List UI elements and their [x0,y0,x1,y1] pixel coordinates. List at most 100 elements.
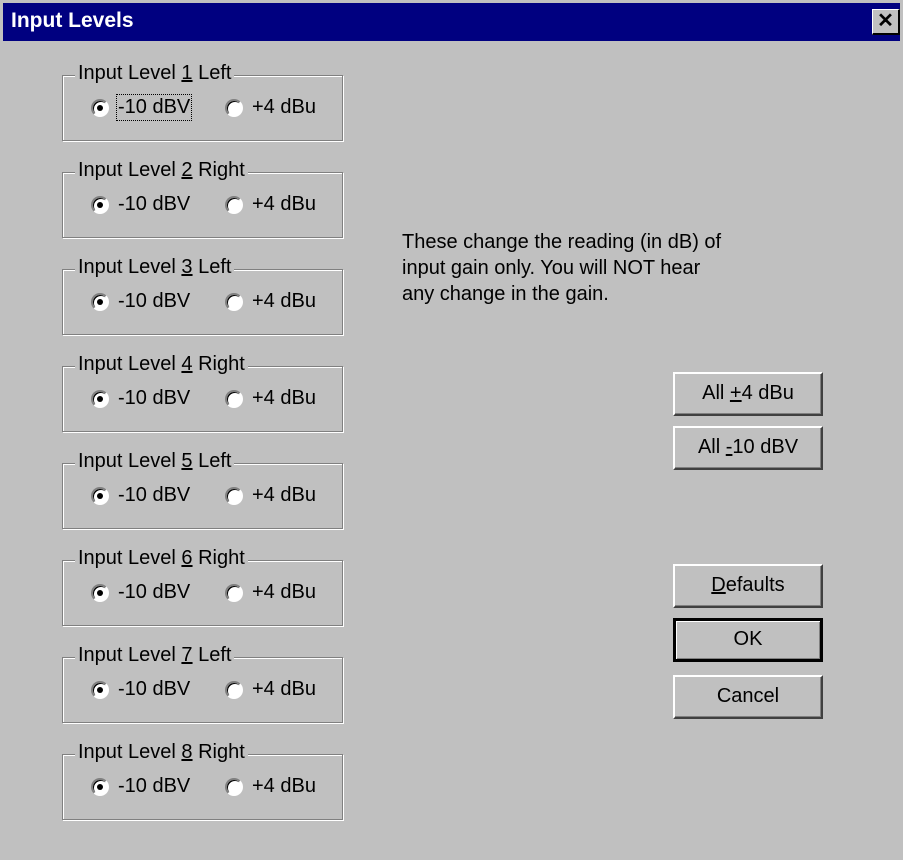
group-label-accelerator: 8 [181,741,193,763]
option-plus4-dbu[interactable]: +4 dBu [225,581,316,604]
option-minus10-dbv[interactable]: -10 dBV [91,484,190,507]
input-level-group-4: Input Level 4 Right -10 dBV +4 dBu [62,353,343,432]
option-plus4-dbu[interactable]: +4 dBu [225,484,316,507]
group-label: Input Level 4 Right [75,353,248,376]
group-label-accelerator: 1 [181,62,193,84]
group-label: Input Level 8 Right [75,741,248,764]
cancel-button[interactable]: Cancel [673,675,823,719]
radio-button[interactable] [225,389,243,408]
button-label: 4 dBu [741,382,794,404]
group-label-accelerator: 6 [181,547,193,569]
group-label-text: Left [192,644,232,666]
button-label: All [697,436,726,458]
input-level-group-5: Input Level 5 Left -10 dBV +4 dBu [62,450,343,529]
option-minus10-dbv[interactable]: -10 dBV [91,94,193,121]
group-label: Input Level 1 Left [75,62,235,85]
group-label-text: Input Level [78,62,182,84]
group-label-text: Input Level [78,256,182,278]
info-note-line: These change the reading (in dB) of [402,231,722,253]
option-label: -10 dBV [115,94,193,121]
radio-button[interactable] [91,195,109,214]
all-plus4-dbu-button[interactable]: All +4 dBu [673,372,823,416]
option-minus10-dbv[interactable]: -10 dBV [91,775,190,798]
option-label: +4 dBu [252,581,316,603]
info-note: These change the reading (in dB) of inpu… [402,229,782,307]
button-label: Cancel [716,685,780,707]
group-label: Input Level 3 Left [75,256,235,279]
dialog-title: Input Levels [11,9,134,32]
group-label-text: Input Level [78,741,182,763]
group-label-accelerator: 4 [181,353,193,375]
group-label-accelerator: 5 [181,450,193,472]
radio-button[interactable] [91,486,109,505]
option-label: -10 dBV [118,581,191,603]
group-label-accelerator: 7 [181,644,193,666]
button-accelerator: + [729,382,742,404]
defaults-button[interactable]: Defaults [673,564,823,608]
radio-button[interactable] [91,777,109,796]
close-icon: ✕ [877,10,894,32]
group-label-text: Input Level [78,353,182,375]
group-label-text: Right [192,353,245,375]
info-note-line: input gain only. You will NOT hear [402,257,701,279]
group-label: Input Level 2 Right [75,159,248,182]
option-label: +4 dBu [252,290,316,312]
radio-button[interactable] [225,777,243,796]
group-label-accelerator: 2 [181,159,193,181]
close-button[interactable]: ✕ [872,9,900,35]
group-label-text: Input Level [78,159,182,181]
option-minus10-dbv[interactable]: -10 dBV [91,678,190,701]
radio-button[interactable] [225,292,243,311]
radio-button[interactable] [225,486,243,505]
option-label: -10 dBV [118,678,191,700]
radio-button[interactable] [91,292,109,311]
option-plus4-dbu[interactable]: +4 dBu [225,775,316,798]
input-level-group-8: Input Level 8 Right -10 dBV +4 dBu [62,741,343,820]
radio-button[interactable] [225,680,243,699]
option-minus10-dbv[interactable]: -10 dBV [91,193,190,216]
option-plus4-dbu[interactable]: +4 dBu [225,678,316,701]
group-label: Input Level 5 Left [75,450,235,473]
option-minus10-dbv[interactable]: -10 dBV [91,387,190,410]
group-label-text: Right [192,741,245,763]
all-minus10-dbv-button[interactable]: All -10 dBV [673,426,823,470]
option-label: +4 dBu [252,96,316,118]
button-label: OK [733,628,763,650]
option-plus4-dbu[interactable]: +4 dBu [225,387,316,410]
title-bar: Input Levels ✕ [3,3,900,41]
ok-button[interactable]: OK [673,618,823,662]
input-level-group-6: Input Level 6 Right -10 dBV +4 dBu [62,547,343,626]
option-minus10-dbv[interactable]: -10 dBV [91,581,190,604]
option-plus4-dbu[interactable]: +4 dBu [225,96,316,119]
group-label-text: Input Level [78,547,182,569]
option-label: +4 dBu [252,387,316,409]
input-level-group-2: Input Level 2 Right -10 dBV +4 dBu [62,159,343,238]
option-label: +4 dBu [252,484,316,506]
option-label: +4 dBu [252,775,316,797]
group-label-text: Left [192,62,232,84]
option-label: -10 dBV [118,387,191,409]
input-levels-dialog: Input Levels ✕ Input Level 1 Left -10 dBV… [0,0,903,860]
radio-button[interactable] [225,583,243,602]
group-label-text: Right [192,159,245,181]
radio-button[interactable] [91,98,109,117]
option-plus4-dbu[interactable]: +4 dBu [225,290,316,313]
radio-button[interactable] [91,389,109,408]
radio-button[interactable] [91,680,109,699]
button-label: 10 dBV [732,436,799,458]
option-plus4-dbu[interactable]: +4 dBu [225,193,316,216]
group-label: Input Level 7 Left [75,644,235,667]
group-label-text: Right [192,547,245,569]
radio-button[interactable] [225,98,243,117]
info-note-line: any change in the gain. [402,283,609,305]
option-label: +4 dBu [252,193,316,215]
group-label-accelerator: 3 [181,256,193,278]
input-level-group-3: Input Level 3 Left -10 dBV +4 dBu [62,256,343,335]
option-label: +4 dBu [252,678,316,700]
radio-button[interactable] [91,583,109,602]
input-level-group-1: Input Level 1 Left -10 dBV +4 dBu [62,62,343,141]
option-minus10-dbv[interactable]: -10 dBV [91,290,190,313]
option-label: -10 dBV [118,484,191,506]
group-label-text: Input Level [78,450,182,472]
radio-button[interactable] [225,195,243,214]
